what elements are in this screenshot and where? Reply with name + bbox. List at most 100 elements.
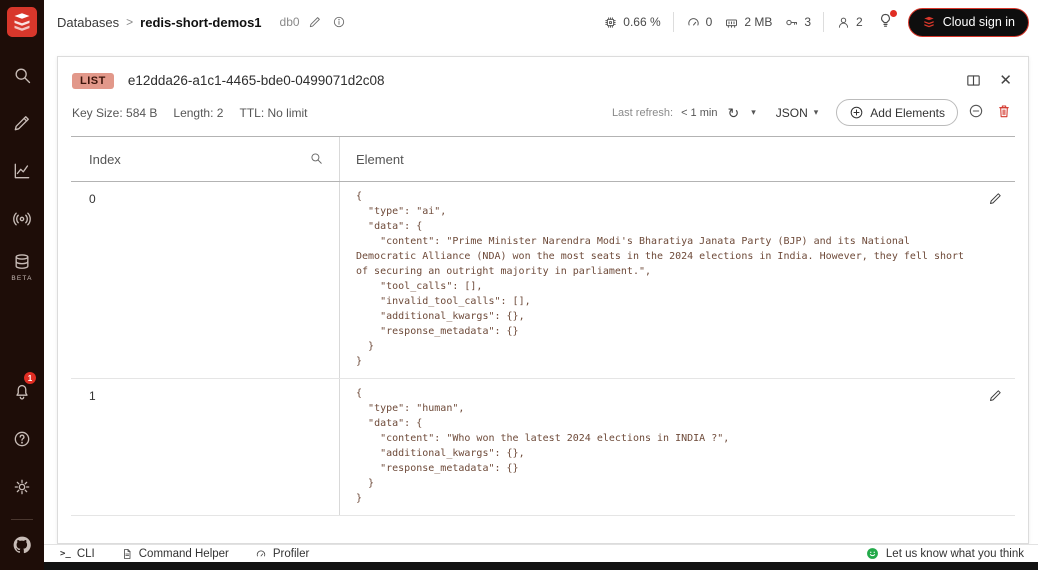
metric-clients: 2	[836, 15, 863, 30]
key-icon	[784, 15, 799, 30]
key-length-value: 2	[217, 106, 224, 120]
columns-toggle-icon[interactable]	[963, 70, 984, 91]
redisinsight-app: BETA 1 Databases >	[0, 0, 1038, 570]
key-type-badge: LIST	[72, 73, 114, 89]
row-index: 1	[71, 379, 340, 515]
breadcrumb-separator: >	[126, 15, 133, 29]
add-elements-button[interactable]: Add Elements	[836, 99, 958, 126]
key-length: Length: 2	[173, 106, 223, 120]
status-bar: >_ CLI Command Helper Profiler Let us kn…	[44, 544, 1038, 562]
key-header-actions: ✕	[963, 70, 1014, 91]
cli-prompt-icon: >_	[60, 549, 71, 559]
refresh-icon[interactable]: ↻	[725, 106, 741, 120]
metric-ops-value: 0	[706, 15, 713, 29]
remove-elements-icon[interactable]	[966, 101, 986, 124]
metrics-divider	[673, 12, 674, 32]
feedback-label: Let us know what you think	[886, 548, 1024, 560]
metric-memory: 2 MB	[724, 15, 772, 30]
table-row: 0 { "type": "ai", "data": { "content": "…	[71, 182, 1015, 379]
key-size: Key Size: 584 B	[72, 106, 157, 120]
db-index[interactable]: db0	[280, 15, 300, 29]
key-toolbar: Last refresh: < 1 min ↻ ▾ JSON ▾ Add Ele…	[612, 99, 1014, 126]
triggers-functions-icon[interactable]: BETA	[0, 243, 44, 291]
key-meta-row: Key Size: 584 B Length: 2 TTL: No limit …	[58, 96, 1028, 136]
beta-label: BETA	[11, 275, 32, 282]
edit-element-icon[interactable]	[986, 386, 1005, 408]
redis-logo[interactable]	[7, 7, 37, 37]
metric-cpu-value: 0.66 %	[623, 15, 660, 29]
feedback-link[interactable]: Let us know what you think	[866, 547, 1024, 560]
key-ttl: TTL: No limit	[239, 106, 307, 120]
command-helper-label: Command Helper	[139, 548, 229, 560]
row-element-json: { "type": "ai", "data": { "content": "Pr…	[356, 189, 971, 369]
last-refresh-label: Last refresh:	[612, 107, 673, 119]
value-format-value: JSON	[776, 106, 808, 120]
profiler-gauge-icon	[255, 548, 267, 560]
search-icon[interactable]	[307, 149, 325, 170]
sidebar-divider	[11, 519, 33, 520]
breadcrumb-db-name: redis-short-demos1	[140, 15, 261, 30]
table-row: 1 { "type": "human", "data": { "content"…	[71, 379, 1015, 516]
insights-notification-dot	[890, 10, 897, 17]
value-format-select[interactable]: JSON ▾	[776, 106, 819, 120]
memory-icon	[724, 15, 739, 30]
github-icon[interactable]	[0, 528, 44, 562]
cpu-icon	[603, 15, 618, 30]
user-icon	[836, 15, 851, 30]
key-size-value: 584 B	[126, 106, 157, 120]
document-icon	[121, 548, 133, 560]
breadcrumb-databases[interactable]: Databases	[57, 15, 119, 30]
settings-gear-icon[interactable]	[0, 463, 44, 511]
row-element-cell[interactable]: { "type": "ai", "data": { "content": "Pr…	[340, 182, 1015, 378]
redis-cloud-icon	[922, 15, 936, 29]
db-info-icon[interactable]	[330, 13, 348, 31]
last-refresh-value: < 1 min	[681, 107, 717, 119]
bottom-strip	[44, 562, 1038, 570]
close-key-icon[interactable]: ✕	[997, 71, 1014, 90]
key-header: LIST e12dda26-a1c1-4465-bde0-0499071d2c0…	[58, 57, 1028, 96]
breadcrumb: Databases > redis-short-demos1	[57, 15, 262, 30]
metric-ops: 0	[686, 15, 713, 30]
analytics-icon[interactable]	[0, 147, 44, 195]
row-index: 0	[71, 182, 340, 378]
metric-clients-value: 2	[856, 15, 863, 29]
help-icon[interactable]	[0, 415, 44, 463]
pubsub-icon[interactable]	[0, 195, 44, 243]
row-element-json: { "type": "human", "data": { "content": …	[356, 386, 971, 506]
smiley-icon	[866, 547, 879, 560]
key-details-panel: LIST e12dda26-a1c1-4465-bde0-0499071d2c0…	[57, 56, 1029, 544]
topbar: Databases > redis-short-demos1 db0 0.66 …	[44, 0, 1038, 44]
overview-metrics: 0.66 % 0 2 MB 3 2	[603, 8, 1029, 37]
table-body: 0 { "type": "ai", "data": { "content": "…	[71, 182, 1015, 516]
key-length-label: Length:	[173, 106, 213, 120]
row-element-cell[interactable]: { "type": "human", "data": { "content": …	[340, 379, 1015, 515]
cli-toggle[interactable]: >_ CLI	[60, 548, 95, 560]
notifications-bell-icon[interactable]: 1	[0, 367, 44, 415]
cloud-sign-in-button[interactable]: Cloud sign in	[908, 8, 1029, 37]
cli-label: CLI	[77, 548, 95, 560]
elements-table: Index Element 0 {	[71, 136, 1015, 543]
edit-db-alias-icon[interactable]	[306, 13, 324, 31]
delete-key-icon[interactable]	[994, 101, 1014, 124]
profiler-label: Profiler	[273, 548, 309, 560]
insights-bulb-icon[interactable]	[875, 10, 896, 34]
auto-refresh-chevron-icon[interactable]: ▾	[749, 108, 758, 117]
column-header-element: Element	[340, 152, 1015, 167]
sidebar-bottom: 1	[0, 367, 44, 562]
key-ttl-label: TTL:	[239, 106, 264, 120]
key-ttl-value[interactable]: No limit	[268, 106, 308, 120]
plus-circle-icon	[849, 105, 864, 120]
browser-search-icon[interactable]	[0, 51, 44, 99]
sidebar-nav: BETA	[0, 51, 44, 291]
command-helper-toggle[interactable]: Command Helper	[121, 548, 229, 560]
notification-badge: 1	[24, 372, 36, 384]
column-header-index: Index	[71, 137, 340, 181]
content-area: LIST e12dda26-a1c1-4465-bde0-0499071d2c0…	[44, 44, 1038, 544]
db-index-group: db0	[280, 13, 348, 31]
edit-element-icon[interactable]	[986, 189, 1005, 211]
main-column: Databases > redis-short-demos1 db0 0.66 …	[44, 0, 1038, 570]
ops-gauge-icon	[686, 15, 701, 30]
profiler-toggle[interactable]: Profiler	[255, 548, 309, 560]
workbench-icon[interactable]	[0, 99, 44, 147]
add-elements-label: Add Elements	[870, 106, 945, 120]
